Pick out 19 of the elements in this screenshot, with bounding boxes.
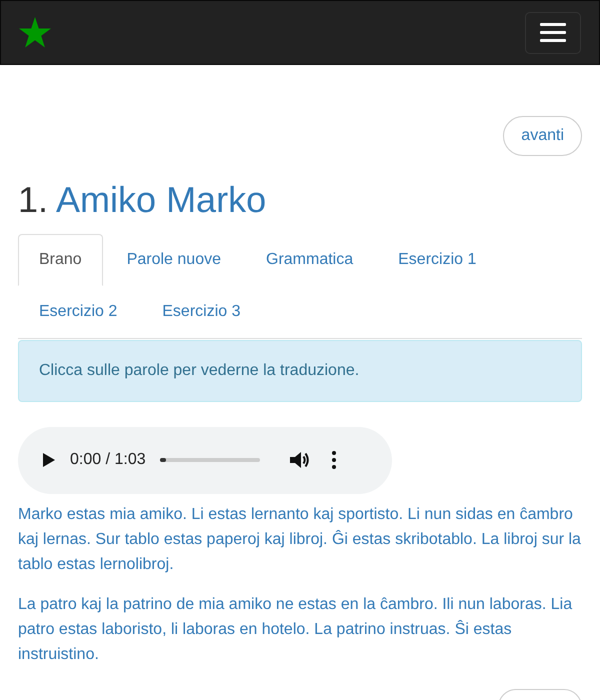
tab[interactable]: Grammatica [245,234,374,286]
star-icon[interactable] [19,17,51,48]
tab[interactable]: Brano [18,234,103,286]
lesson-paragraph: La patro kaj la patrino de mia amiko ne estas en la ĉambro. Ili nun laboras. Lia patro estas laboristo, li laboras en hotelo. La patrino instruas. Ŝi estas instruistino. [18,594,574,665]
tab[interactable]: Parole nuove [106,234,242,286]
volume-icon[interactable] [290,451,310,470]
lesson-number: 1. [18,179,48,220]
time-display: 0:00 / 1:03 [70,450,146,470]
tab[interactable]: Esercizio 2 [18,286,138,338]
tab[interactable]: Esercizio 1 [377,234,498,286]
play-icon[interactable] [42,452,56,468]
more-icon[interactable] [332,451,336,470]
progress-track[interactable] [160,458,260,462]
menu-button[interactable] [525,12,581,54]
lesson-paragraph: Marko estas mia amiko. Li estas lernanto kaj sportisto. Li nun sidas en ĉambro kaj lernas. Sur tablo estas paperoj kaj libroj. Ĝi estas skribotablo. La libroj sur la tablo estas lernolibroj. [18,504,582,575]
lesson-title[interactable]: Amiko Marko [56,179,266,220]
next-button[interactable]: avanti [503,116,582,156]
info-alert: Clicca sulle parole per vederne la traduzione. [18,340,582,402]
tab[interactable]: Esercizio 3 [141,286,262,338]
